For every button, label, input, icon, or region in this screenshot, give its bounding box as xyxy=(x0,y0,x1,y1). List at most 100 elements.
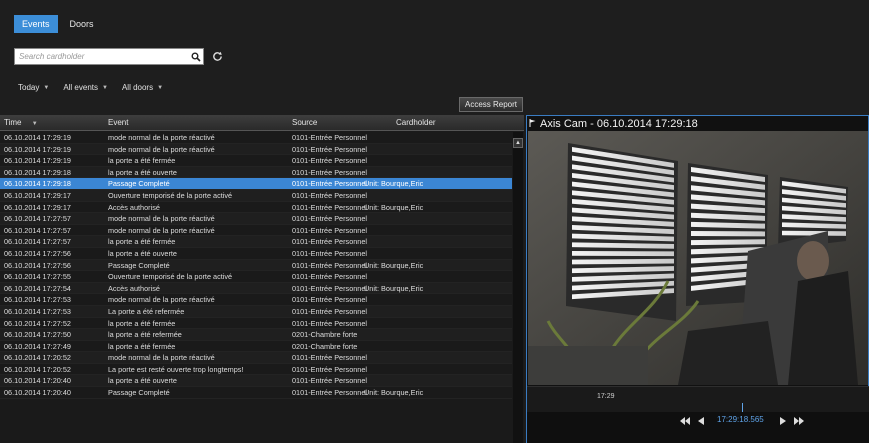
fast-forward-icon[interactable] xyxy=(793,415,805,427)
tab-bar: Events Doors xyxy=(14,15,102,33)
cell-source: 0101-Entrée Personnel xyxy=(292,376,368,386)
cell-time: 06.10.2014 17:27:52 xyxy=(4,318,71,328)
timeline-tick-label: 17:29 xyxy=(597,393,615,400)
cell-source: 0101-Entrée Personnel xyxy=(292,144,368,154)
cell-time: 06.10.2014 17:29:18 xyxy=(4,179,71,189)
table-row[interactable]: 06.10.2014 17:29:18 la porte a été ouvert… xyxy=(0,166,512,179)
cell-time: 06.10.2014 17:27:57 xyxy=(4,225,71,235)
cell-time: 06.10.2014 17:29:17 xyxy=(4,190,71,200)
tab-events[interactable]: Events xyxy=(14,15,58,33)
filter-date-dropdown[interactable]: Today ▼ xyxy=(18,83,49,92)
cell-time: 06.10.2014 17:29:19 xyxy=(4,133,71,142)
column-header-time-label: Time xyxy=(4,118,22,127)
table-row[interactable]: 06.10.2014 17:29:19 mode normal de la por… xyxy=(0,143,512,156)
cell-time: 06.10.2014 17:29:19 xyxy=(4,144,71,154)
cell-event: mode normal de la porte réactivé xyxy=(108,353,215,363)
cell-time: 06.10.2014 17:27:53 xyxy=(4,295,71,305)
table-row[interactable]: 06.10.2014 17:29:17 Ouverture temporisé d… xyxy=(0,189,512,202)
scroll-up-icon[interactable]: ▲ xyxy=(513,138,523,148)
filter-bar: Today ▼ All events ▼ All doors ▼ xyxy=(18,83,163,92)
access-report-button[interactable]: Access Report xyxy=(459,97,523,112)
camera-video-feed[interactable] xyxy=(528,131,868,385)
table-row[interactable]: 06.10.2014 17:27:56 la porte a été ouvert… xyxy=(0,248,512,260)
table-row[interactable]: 06.10.2014 17:20:52 La porte est resté ou… xyxy=(0,364,512,376)
cell-time: 06.10.2014 17:29:17 xyxy=(4,202,71,212)
cell-event: mode normal de la porte réactivé xyxy=(108,295,215,305)
cell-source: 0101-Entrée Personnel xyxy=(292,214,368,224)
cell-time: 06.10.2014 17:27:50 xyxy=(4,330,71,340)
table-row[interactable]: 06.10.2014 17:27:57 mode normal de la por… xyxy=(0,213,512,225)
chevron-down-icon: ▼ xyxy=(102,84,108,91)
table-body: 06.10.2014 17:29:19 mode normal de la por… xyxy=(0,132,512,443)
cell-source: 0101-Entrée Personnel xyxy=(292,295,368,305)
table-row[interactable]: 06.10.2014 17:29:18 Passage Completé 0101-… xyxy=(0,178,512,190)
events-table: Time ▼ Event Source Cardholder 06.10.201… xyxy=(0,115,524,443)
cell-event: la porte a été refermée xyxy=(108,330,182,340)
filter-doors-dropdown[interactable]: All doors ▼ xyxy=(122,83,163,92)
cell-time: 06.10.2014 17:27:55 xyxy=(4,272,71,282)
cell-source: 0101-Entrée Personnel xyxy=(292,237,368,247)
table-row[interactable]: 06.10.2014 17:27:56 Passage Completé 0101-… xyxy=(0,259,512,272)
cell-event: la porte a été fermée xyxy=(108,237,176,247)
cell-event: la porte a été fermée xyxy=(108,318,176,328)
column-header-source[interactable]: Source xyxy=(292,115,317,131)
filter-events-dropdown[interactable]: All events ▼ xyxy=(63,83,108,92)
cell-time: 06.10.2014 17:27:49 xyxy=(4,341,71,351)
cell-source: 0101-Entrée Personnel xyxy=(292,306,368,316)
camera-title-bar: Axis Cam - 06.10.2014 17:29:18 xyxy=(529,116,698,132)
camera-title: Axis Cam - 06.10.2014 17:29:18 xyxy=(540,117,698,130)
cell-time: 06.10.2014 17:27:57 xyxy=(4,214,71,224)
cell-time: 06.10.2014 17:20:40 xyxy=(4,388,71,398)
table-scrollbar[interactable]: ▲ xyxy=(513,132,523,443)
table-row[interactable]: 06.10.2014 17:27:55 Ouverture temporisé d… xyxy=(0,271,512,283)
cell-event: la porte a été fermée xyxy=(108,156,176,166)
table-row[interactable]: 06.10.2014 17:27:52 la porte a été fermée… xyxy=(0,318,512,330)
step-back-icon[interactable] xyxy=(695,415,707,427)
search-icon[interactable] xyxy=(189,49,203,64)
cell-source: 0101-Entrée Personnel xyxy=(292,248,368,258)
table-row[interactable]: 06.10.2014 17:27:49 la porte a été fermée… xyxy=(0,341,512,353)
table-row[interactable]: 06.10.2014 17:27:50 la porte a été referm… xyxy=(0,329,512,341)
table-row[interactable]: 06.10.2014 17:27:53 mode normal de la por… xyxy=(0,294,512,306)
cell-cardholder: Unit: Bourque,Eric xyxy=(364,179,424,189)
cell-time: 06.10.2014 17:27:56 xyxy=(4,248,71,258)
timeline-cursor[interactable] xyxy=(742,403,743,412)
column-header-time[interactable]: Time ▼ xyxy=(4,115,38,131)
cell-event: Accès authorisé xyxy=(108,202,160,212)
table-row[interactable]: 06.10.2014 17:27:57 la porte a été fermée… xyxy=(0,236,512,248)
table-row[interactable]: 06.10.2014 17:29:17 Accès authorisé 0101-E… xyxy=(0,202,512,214)
filter-date-label: Today xyxy=(18,83,40,92)
column-header-event[interactable]: Event xyxy=(108,115,128,131)
cell-event: Ouverture temporisé de la porte activé xyxy=(108,272,233,282)
cell-cardholder: Unit: Bourque,Eric xyxy=(364,260,424,270)
cell-event: La porte est resté ouverte trop longtemp… xyxy=(108,364,244,374)
table-row[interactable]: 06.10.2014 17:27:54 Accès authorisé 0101-E… xyxy=(0,282,512,295)
cell-event: mode normal de la porte réactivé xyxy=(108,133,215,142)
cell-time: 06.10.2014 17:29:19 xyxy=(4,156,71,166)
cell-source: 0101-Entrée Personnel xyxy=(292,353,368,363)
rewind-icon[interactable] xyxy=(679,415,691,427)
table-row[interactable]: 06.10.2014 17:29:19 mode normal de la por… xyxy=(0,132,512,144)
table-row[interactable]: 06.10.2014 17:29:19 la porte a été fermée… xyxy=(0,155,512,167)
filter-doors-label: All doors xyxy=(121,83,154,92)
cell-event: La porte a été refermée xyxy=(108,306,185,316)
cell-event: Passage Completé xyxy=(108,388,170,398)
table-row[interactable]: 06.10.2014 17:20:52 mode normal de la por… xyxy=(0,352,512,364)
cell-source: 0101-Entrée Personnel xyxy=(292,318,368,328)
refresh-icon[interactable] xyxy=(210,49,224,64)
tab-doors[interactable]: Doors xyxy=(62,15,102,33)
cell-cardholder: Unit: Bourque,Eric xyxy=(364,202,424,212)
table-row[interactable]: 06.10.2014 17:27:57 mode normal de la por… xyxy=(0,225,512,237)
table-row[interactable]: 06.10.2014 17:20:40 la porte a été ouvert… xyxy=(0,375,512,388)
cell-time: 06.10.2014 17:27:53 xyxy=(4,306,71,316)
search-input[interactable] xyxy=(15,49,189,64)
play-icon[interactable] xyxy=(777,415,789,427)
cell-event: mode normal de la porte réactivé xyxy=(108,144,215,154)
table-row[interactable]: 06.10.2014 17:27:53 La porte a été referm… xyxy=(0,305,512,318)
camera-panel: Axis Cam - 06.10.2014 17:29:18 17:29 17:… xyxy=(526,115,869,443)
playback-timeline[interactable]: 17:29 xyxy=(527,386,869,412)
cell-time: 06.10.2014 17:20:52 xyxy=(4,364,71,374)
cell-event: mode normal de la porte réactivé xyxy=(108,214,215,224)
table-row[interactable]: 06.10.2014 17:20:40 Passage Completé 0101-… xyxy=(0,387,512,399)
column-header-cardholder[interactable]: Cardholder xyxy=(396,115,436,131)
